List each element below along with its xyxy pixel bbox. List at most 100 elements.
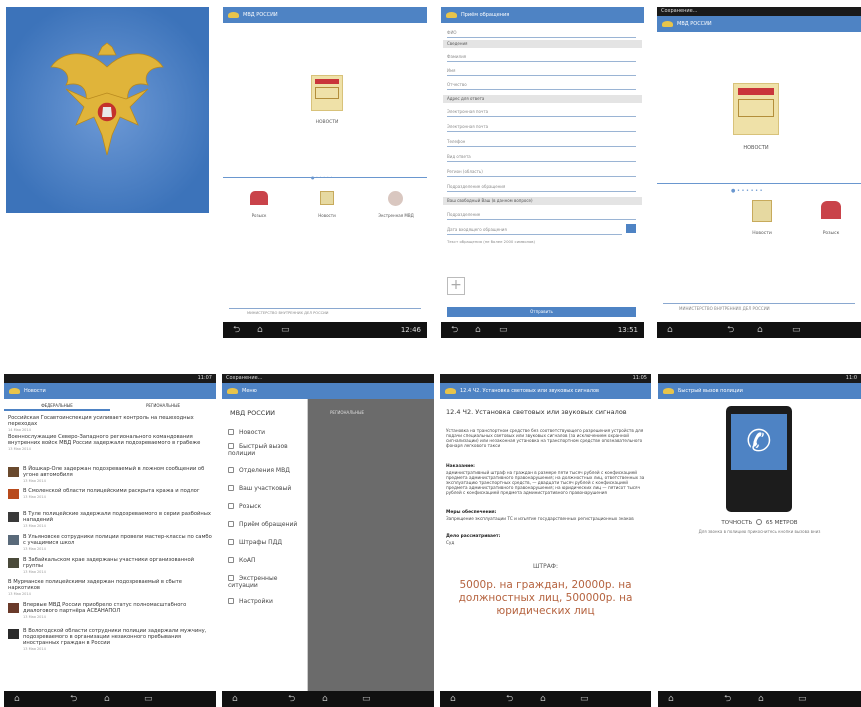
name-field[interactable]: Имя	[447, 65, 636, 76]
fine-icon	[228, 539, 234, 545]
submit-button[interactable]: Отправить	[447, 307, 636, 317]
camera-icon[interactable]: ⌂	[668, 691, 674, 707]
recent-apps-icon[interactable]: ▭	[798, 691, 807, 707]
news-item[interactable]: Впервые МВД России приобрело статус полн…	[8, 602, 212, 620]
camera-icon[interactable]: ⌂	[450, 691, 456, 707]
fine-amount-label: ШТРАФ:	[533, 563, 558, 570]
news-item-title: Российская Госавтоинспекция усиливает ко…	[8, 415, 194, 427]
clock: 11:07	[197, 375, 212, 381]
news-item[interactable]: Военнослужащие Северо-Западного регионал…	[8, 434, 212, 452]
region-select[interactable]: Регион (область)	[447, 166, 636, 177]
status-text: Сохранение...	[226, 375, 263, 381]
home-icon[interactable]: ⌂	[540, 691, 546, 707]
calendar-icon[interactable]	[626, 224, 636, 233]
menu-item-departments[interactable]: Отделения МВД	[228, 467, 290, 474]
menu-item-koap[interactable]: КоАП	[228, 557, 256, 564]
add-attachment-button[interactable]: +	[447, 277, 465, 295]
action-bar: Быстрый вызов полиции	[658, 383, 861, 399]
clock: 13:51	[617, 326, 638, 334]
answer-type-select[interactable]: Вид ответа	[447, 151, 636, 162]
recent-apps-icon[interactable]: ▭	[499, 322, 508, 338]
news-tile[interactable]	[311, 75, 343, 111]
phone-field[interactable]: Телефон	[447, 136, 636, 147]
news-item[interactable]: В Ульяновске сотрудники полиции провели …	[8, 534, 212, 552]
feature-search[interactable]	[250, 191, 268, 205]
news-item[interactable]: В Вологодской области сотрудники полиции…	[8, 628, 212, 652]
feature-emergency[interactable]	[388, 191, 403, 206]
menu-item-news[interactable]: Новости	[228, 429, 265, 436]
subdivision-field[interactable]: Подразделение	[447, 209, 636, 220]
carousel-dots: ● • • • • • •	[731, 188, 763, 194]
home-icon[interactable]: ⌂	[322, 691, 328, 707]
search-icon	[228, 503, 234, 509]
feature-news[interactable]	[320, 191, 334, 205]
phone-icon	[228, 443, 234, 449]
judge-text: Суд	[446, 540, 455, 545]
call-button[interactable]: ✆	[731, 414, 787, 470]
tab-regional[interactable]: РЕГИОНАЛЬНЫЕ	[110, 400, 216, 411]
news-item[interactable]: В Мурманске полицейскими задержан подозр…	[8, 579, 212, 597]
recent-apps-icon[interactable]: ▭	[792, 322, 801, 338]
recent-apps-icon[interactable]: ▭	[144, 691, 153, 707]
news-item[interactable]: В Забайкальском крае задержаны участники…	[8, 557, 212, 575]
back-icon[interactable]: ⮌	[70, 691, 77, 707]
menu-item-appeals[interactable]: Приём обращений	[228, 521, 297, 528]
camera-icon[interactable]: ⌂	[232, 691, 238, 707]
menu-item-label: Ваш участковый	[239, 485, 292, 492]
news-item-title: В Вологодской области сотрудники полиции…	[23, 628, 207, 646]
email-field[interactable]: Электронная почта	[447, 106, 636, 117]
gear-icon	[228, 598, 234, 604]
recent-apps-icon[interactable]: ▭	[362, 691, 371, 707]
news-item-date: 13 Мая 2014	[23, 615, 46, 619]
tab-federal[interactable]: ФЕДЕРАЛЬНЫЕ	[4, 400, 110, 411]
news-tile[interactable]	[733, 83, 779, 135]
recent-apps-icon[interactable]: ▭	[580, 691, 589, 707]
menu-item-quick-call[interactable]: Быстрый вызов полиции	[228, 443, 304, 457]
surname-field[interactable]: Фамилия	[447, 51, 636, 62]
feature-search-label: Розыск	[822, 231, 840, 236]
news-thumbnail	[8, 558, 19, 568]
news-item[interactable]: В Йошкар-Оле задержан подозреваемый в ло…	[8, 466, 212, 484]
news-item-date: 13 Мая 2014	[23, 647, 46, 651]
back-icon[interactable]: ⮌	[233, 322, 240, 338]
patronymic-field[interactable]: Отчество	[447, 79, 636, 90]
message-text-area[interactable]: Текст обращения (не более 2000 символов)	[447, 239, 636, 299]
menu-item-fines[interactable]: Штрафы ПДД	[228, 539, 282, 546]
menu-item-emergency[interactable]: Экстренные ситуации	[228, 575, 304, 589]
menu-item-label: КоАП	[239, 557, 256, 564]
back-icon[interactable]: ⮌	[506, 691, 513, 707]
date-field[interactable]: Дата входящего обращения	[447, 224, 622, 235]
back-icon[interactable]: ⮌	[724, 691, 731, 707]
home-icon[interactable]: ⌂	[475, 322, 481, 338]
law-icon	[228, 557, 234, 563]
home-icon[interactable]: ⌂	[757, 322, 763, 338]
feature-news[interactable]	[752, 200, 772, 222]
back-icon[interactable]: ⮌	[727, 322, 734, 338]
camera-icon[interactable]: ⌂	[14, 691, 20, 707]
fio-field[interactable]: ФИО	[447, 27, 636, 38]
phone-icon: ✆	[746, 424, 772, 459]
feature-search[interactable]	[821, 201, 841, 219]
home-icon[interactable]: ⌂	[104, 691, 110, 707]
menu-item-wanted[interactable]: Розыск	[228, 503, 261, 510]
back-icon[interactable]: ⮌	[451, 322, 458, 338]
news-item[interactable]: В Смоленской области полицейскими раскры…	[8, 488, 212, 500]
back-icon[interactable]: ⮌	[288, 691, 295, 707]
feature-search-label: Розыск	[251, 213, 267, 218]
menu-header: Меню	[242, 388, 257, 394]
home-icon[interactable]: ⌂	[257, 322, 263, 338]
news-thumbnail	[8, 467, 19, 477]
email-field-2[interactable]: Электронная почта	[447, 121, 636, 132]
home-icon[interactable]: ⌂	[758, 691, 764, 707]
news-item-date: 13 Мая 2014	[23, 570, 46, 574]
department-select[interactable]: Подразделение обращения	[447, 181, 636, 192]
feature-news-label: Новости	[752, 231, 772, 236]
news-item-date: 13 Мая 2014	[23, 495, 46, 499]
menu-item-settings[interactable]: Настройки	[228, 598, 273, 605]
menu-item-district-officer[interactable]: Ваш участковый	[228, 485, 291, 492]
news-item[interactable]: В Туле полицейские задержали подозреваем…	[8, 511, 212, 529]
recent-apps-icon[interactable]: ▭	[281, 322, 290, 338]
camera-icon[interactable]: ⌂	[667, 322, 673, 338]
nav-bar: ⌂ ⮌ ⌂ ▭	[222, 691, 434, 707]
news-item[interactable]: Российская Госавтоинспекция усиливает ко…	[8, 415, 212, 433]
